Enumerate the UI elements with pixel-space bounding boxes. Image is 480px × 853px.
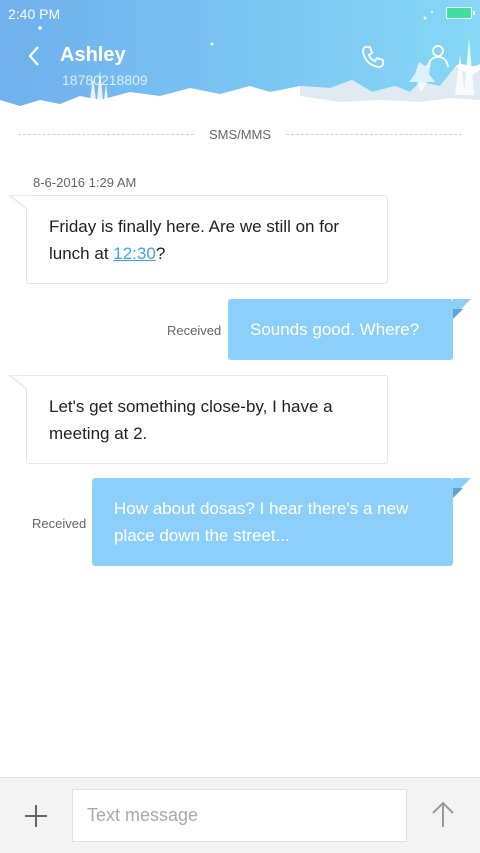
- bubble-tail-inner: [12, 196, 29, 210]
- composer-bar: [0, 777, 480, 853]
- channel-divider: SMS/MMS: [18, 127, 462, 143]
- delivery-status: Received: [32, 516, 87, 531]
- conversation-header: 2:40 PM Ashley 18780218809: [0, 0, 480, 118]
- bubble-tail-inner: [12, 376, 29, 390]
- battery-icon: [446, 7, 475, 19]
- back-arrow-icon[interactable]: [24, 42, 52, 72]
- message-text: Friday is finally here. Are we still on …: [49, 217, 340, 263]
- delivery-status: Received: [167, 323, 222, 338]
- phone-icon[interactable]: [360, 44, 386, 70]
- bubble-tail-shade: [453, 309, 463, 319]
- message-bubble-incoming[interactable]: Friday is finally here. Are we still on …: [26, 195, 388, 284]
- message-text-end: ?: [155, 244, 166, 263]
- message-date: 8-6-2016 1:29 AM: [33, 175, 137, 190]
- message-text: Sounds good. Where?: [250, 320, 420, 339]
- message-bubble-outgoing[interactable]: How about dosas? I hear there's a new pl…: [92, 478, 453, 566]
- bubble-tail-shade: [453, 488, 463, 498]
- message-input[interactable]: [72, 789, 407, 842]
- message-text: Let's get something close-by, I have a m…: [49, 397, 333, 443]
- status-bar-time: 2:40 PM: [8, 6, 61, 22]
- contact-name[interactable]: Ashley: [60, 44, 126, 67]
- contact-icon[interactable]: [424, 42, 452, 70]
- divider-line-right: [286, 134, 462, 135]
- message-bubble-outgoing[interactable]: Sounds good. Where?: [228, 299, 453, 360]
- plus-icon[interactable]: [22, 802, 50, 830]
- send-arrow-icon[interactable]: [430, 800, 456, 830]
- message-bubble-incoming[interactable]: Let's get something close-by, I have a m…: [26, 375, 388, 464]
- time-link[interactable]: 12:30: [113, 244, 156, 263]
- message-text: How about dosas? I hear there's a new pl…: [114, 499, 409, 545]
- contact-number: 18780218809: [62, 72, 148, 88]
